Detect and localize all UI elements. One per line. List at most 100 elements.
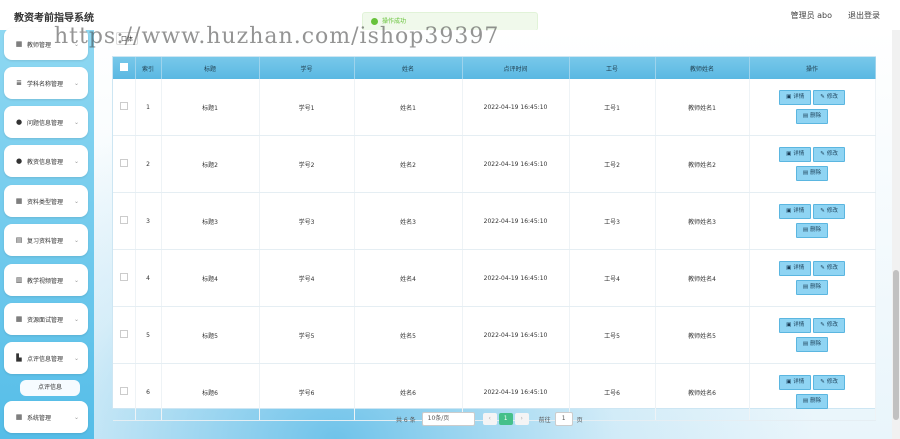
list-icon: ▤ — [15, 236, 23, 244]
edit-label: 修改 — [826, 265, 838, 271]
select-all-checkbox[interactable] — [113, 57, 136, 79]
chevron-down-icon: ⌄ — [74, 315, 80, 323]
delete-button[interactable]: ▤ 删除 — [795, 166, 829, 181]
sidebar-item-6[interactable]: ▥ 教学视频管理 ⌄ — [4, 264, 88, 296]
page-number-current[interactable]: 1 — [498, 413, 513, 425]
page-size-value: 10条/页 — [427, 415, 450, 422]
edit-icon: ✎ — [820, 94, 825, 100]
detail-icon: ▣ — [786, 151, 792, 157]
edit-icon: ✎ — [820, 265, 825, 271]
sidebar-item-4[interactable]: ▦ 资料类型管理 ⌄ — [4, 185, 88, 217]
cell-title: 标题1 — [161, 79, 260, 136]
edit-button[interactable]: ✎ 修改 — [813, 204, 845, 219]
detail-button[interactable]: ▣ 详情 — [779, 90, 812, 105]
admin-user[interactable]: 管理员 abo — [791, 10, 832, 21]
next-page-button[interactable]: › — [514, 413, 529, 425]
prev-page-button[interactable]: ‹ — [482, 413, 497, 425]
cell-staff-no: 工号4 — [569, 249, 656, 307]
cell-time: 2022-04-19 16:45:10 — [462, 192, 570, 250]
sidebar-item-label: 教资信息管理 — [27, 158, 64, 166]
edit-button[interactable]: ✎ 修改 — [813, 261, 845, 276]
grid-icon: ▦ — [15, 315, 23, 323]
delete-button[interactable]: ▤ 删除 — [795, 223, 829, 238]
logout-link[interactable]: 退出登录 — [848, 10, 880, 21]
sidebar-item-label: 复习资料管理 — [27, 237, 64, 245]
cell-index: 4 — [135, 249, 162, 307]
goto-label: 前往 — [538, 416, 551, 424]
goto-page-input[interactable]: 1 — [554, 412, 573, 426]
detail-button[interactable]: ▣ 详情 — [779, 318, 812, 333]
sidebar-item-3[interactable]: ● 教资信息管理 ⌄ — [4, 145, 88, 177]
trash-icon: ▤ — [802, 113, 809, 119]
cell-actions: ▣ 详情 ✎ 修改 ▤ 删除 — [749, 135, 876, 193]
row-checkbox[interactable] — [113, 135, 136, 193]
detail-icon: ▣ — [786, 265, 792, 271]
delete-button[interactable]: ▤ 删除 — [795, 337, 829, 352]
edit-button[interactable]: ✎ 修改 — [813, 375, 845, 390]
edit-label: 修改 — [826, 379, 838, 385]
chevron-down-icon: ⌄ — [74, 413, 80, 421]
delete-button[interactable]: ▤ 删除 — [795, 109, 829, 124]
table-row: 4 标题4 学号4 姓名4 2022-04-19 16:45:10 工号4 教师姓名4 ▣ 详情… — [113, 249, 876, 307]
detail-button[interactable]: ▣ 详情 — [779, 147, 812, 162]
chevron-down-icon: ⌄ — [74, 354, 80, 362]
sidebar-item-1[interactable]: ≣ 学科名称管理 ⌄ — [4, 67, 88, 99]
detail-button[interactable]: ▣ 详情 — [779, 204, 812, 219]
detail-button[interactable]: ▣ 详情 — [779, 261, 812, 276]
sidebar-item-8[interactable]: ▙ 点评信息管理 ⌄ — [4, 342, 88, 374]
edit-button[interactable]: ✎ 修改 — [813, 147, 845, 162]
cell-student-no: 学号5 — [259, 306, 355, 364]
header-index: 索引 — [135, 57, 162, 79]
edit-icon: ✎ — [820, 379, 825, 385]
row-checkbox[interactable] — [113, 249, 136, 307]
row-checkbox[interactable] — [113, 79, 136, 136]
header-name: 姓名 — [354, 57, 463, 79]
table-row: 2 标题2 学号2 姓名2 2022-04-19 16:45:10 工号2 教师姓名2 ▣ 详情… — [113, 135, 876, 193]
sidebar-item-2[interactable]: ● 问题信息管理 ⌄ — [4, 106, 88, 138]
comment-icon: ▙ — [16, 354, 22, 362]
delete-label: 删除 — [810, 284, 822, 290]
cell-actions: ▣ 详情 ✎ 修改 ▤ 删除 — [749, 79, 876, 136]
sidebar-item-7[interactable]: ▦ 资源面试管理 ⌄ — [4, 303, 88, 335]
table-row: 3 标题3 学号3 姓名3 2022-04-19 16:45:10 工号3 教师姓名3 ▣ 详情… — [113, 192, 876, 250]
detail-icon: ▣ — [786, 379, 792, 385]
page-size-select[interactable]: 10条/页 — [421, 412, 475, 426]
scrollbar-thumb[interactable] — [893, 270, 899, 420]
detail-button[interactable]: ▣ 详情 — [779, 375, 812, 390]
edit-icon: ✎ — [820, 322, 825, 328]
edit-button[interactable]: ✎ 修改 — [813, 90, 845, 105]
trash-icon: ▤ — [802, 341, 809, 347]
sidebar-item-9[interactable]: ▦ 系统管理 ⌄ — [4, 401, 88, 433]
cell-time: 2022-04-19 16:45:10 — [462, 306, 570, 364]
page-scrollbar[interactable] — [892, 30, 900, 439]
delete-label: 删除 — [810, 113, 822, 119]
cell-staff-no: 工号2 — [569, 135, 656, 193]
user-icon: ● — [15, 118, 23, 126]
delete-label: 删除 — [810, 227, 822, 233]
detail-label: 详情 — [793, 265, 805, 271]
chart-icon: ▥ — [15, 276, 23, 284]
row-checkbox[interactable] — [113, 192, 136, 250]
cell-name: 姓名5 — [354, 306, 463, 364]
cell-title: 标题6 — [161, 363, 260, 421]
cell-time: 2022-04-19 16:45:10 — [462, 79, 570, 136]
cell-teacher: 教师姓名2 — [655, 135, 750, 193]
delete-button[interactable]: ▤ 删除 — [795, 280, 829, 295]
sidebar-item-5[interactable]: ▤ 复习资料管理 ⌄ — [4, 224, 88, 256]
edit-button[interactable]: ✎ 修改 — [813, 318, 845, 333]
chevron-down-icon: ⌄ — [74, 79, 80, 87]
cell-title: 标题2 — [161, 135, 260, 193]
cell-index: 5 — [135, 306, 162, 364]
trash-icon: ▤ — [802, 227, 809, 233]
table-header-row: 索引 标题 学号 姓名 点评时间 工号 教师姓名 操作 — [113, 57, 876, 79]
cell-teacher: 教师姓名4 — [655, 249, 750, 307]
cell-name: 姓名3 — [354, 192, 463, 250]
sidebar-subitem-comment-info[interactable]: 点评信息 — [20, 380, 80, 396]
cell-actions: ▣ 详情 ✎ 修改 ▤ 删除 — [749, 192, 876, 250]
row-checkbox[interactable] — [113, 363, 136, 421]
user-icon: ● — [15, 157, 23, 165]
row-checkbox[interactable] — [113, 306, 136, 364]
detail-icon: ▣ — [786, 94, 792, 100]
pagination-total: 共 6 条 — [396, 416, 416, 424]
delete-button[interactable]: ▤ 删除 — [795, 394, 829, 409]
